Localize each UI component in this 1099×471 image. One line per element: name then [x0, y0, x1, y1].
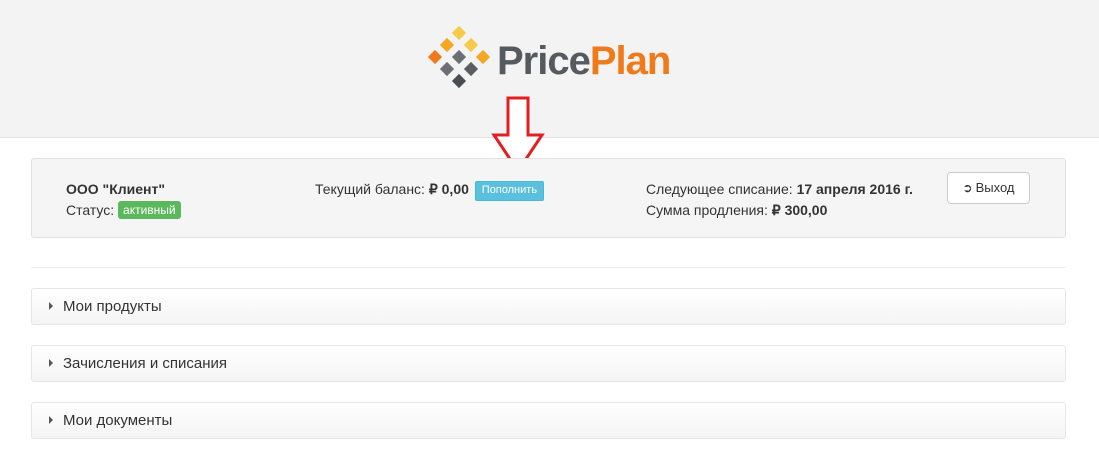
- panel-title: Мои документы: [63, 412, 173, 429]
- header: PricePlan: [0, 0, 1099, 138]
- topup-button[interactable]: Пополнить: [474, 181, 545, 201]
- logout-label: Выход: [975, 180, 1015, 195]
- balance-value: ₽ 0,00: [428, 181, 469, 197]
- sign-out-icon: ➲: [962, 181, 973, 195]
- logo-word-plan: Plan: [589, 39, 671, 83]
- divider: [31, 267, 1066, 268]
- balance-label: Текущий баланс:: [315, 181, 425, 197]
- priceplan-logo[interactable]: PricePlan: [423, 24, 683, 96]
- logo-diamonds-icon: [427, 25, 491, 89]
- caret-right-icon: [49, 302, 53, 310]
- panel-my-documents[interactable]: Мои документы: [31, 402, 1066, 439]
- balance-info: Текущий баланс: ₽ 0,00 Пополнить: [315, 179, 545, 201]
- status-badge: активный: [118, 201, 181, 219]
- renewal-amount-value: ₽ 300,00: [771, 202, 828, 218]
- client-name: ООО "Клиент": [66, 181, 165, 197]
- panel-title: Мои продукты: [63, 298, 162, 315]
- next-charge-date: 17 апреля 2016 г.: [796, 181, 913, 197]
- logo-wordmark: PricePlan: [497, 37, 671, 85]
- renewal-amount-label: Сумма продления:: [646, 202, 768, 218]
- panel-title: Зачисления и списания: [63, 355, 227, 372]
- panel-transactions[interactable]: Зачисления и списания: [31, 345, 1066, 382]
- billing-info: Следующее списание: 17 апреля 2016 г. Су…: [646, 179, 913, 221]
- caret-right-icon: [49, 359, 53, 367]
- client-info: ООО "Клиент" Статус: активный: [66, 179, 181, 221]
- caret-right-icon: [49, 416, 53, 424]
- logo-word-price: Price: [497, 39, 591, 83]
- panel-my-products[interactable]: Мои продукты: [31, 288, 1066, 325]
- account-summary-panel: ООО "Клиент" Статус: активный Текущий ба…: [31, 158, 1066, 238]
- next-charge-label: Следующее списание:: [646, 181, 793, 197]
- logout-button[interactable]: ➲ Выход: [947, 172, 1030, 204]
- status-label: Статус:: [66, 202, 115, 218]
